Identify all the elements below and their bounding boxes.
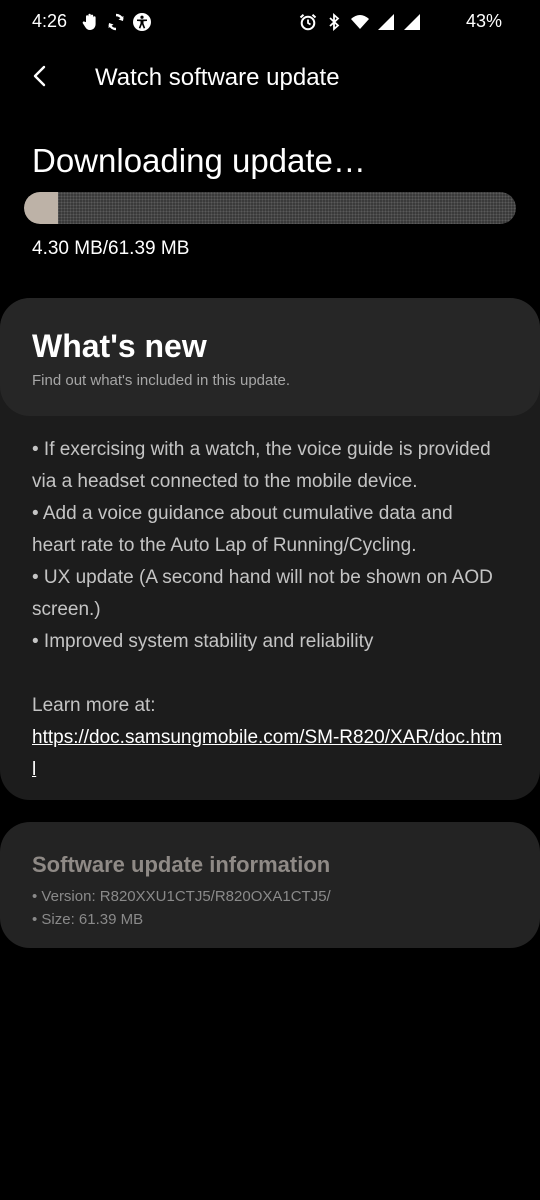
release-note-line: screen.) [32,599,101,620]
status-right-icons [298,12,422,32]
release-notes: • If exercising with a watch, the voice … [32,434,512,658]
learn-more-link[interactable]: https://doc.samsungmobile.com/SM-R820/XA… [32,722,502,786]
back-arrow-icon [28,64,52,93]
download-progress-fill [24,192,59,224]
app-header: Watch software update [0,50,540,106]
sync-icon [106,12,126,32]
whats-new-subtitle: Find out what's included in this update. [32,372,291,389]
whats-new-card: What's new Find out what's included in t… [0,298,540,800]
release-note-line: via a headset connected to the mobile de… [32,471,418,492]
download-status-title: Downloading update… [32,142,366,179]
signal-icon [402,12,422,32]
signal-icon [376,12,396,32]
status-time: 4:26 [32,11,68,31]
release-note-line: • UX update (A second hand will not be s… [32,567,493,588]
software-size: • Size: 61.39 MB [32,911,144,928]
status-left-icons [80,12,152,32]
software-version: • Version: R820XXU1CTJ5/R820OXA1CTJ5/ [32,888,331,905]
alarm-icon [298,12,318,32]
learn-more-label: Learn more at: [32,695,156,716]
accessibility-icon [132,12,152,32]
whats-new-header: What's new Find out what's included in t… [0,298,540,416]
battery-percentage: 43% [465,11,502,31]
software-update-info-card: Software update information • Version: R… [0,822,540,948]
whats-new-title: What's new [32,328,207,364]
bluetooth-icon [324,12,344,32]
download-progress-bar [24,192,516,224]
back-button[interactable] [22,60,58,96]
download-progress-text: 4.30 MB/61.39 MB [32,238,190,259]
release-note-line: • If exercising with a watch, the voice … [32,439,491,460]
page-title: Watch software update [95,64,340,91]
status-bar: 4:26 43% [0,0,540,44]
release-note-line: • Add a voice guidance about cumulative … [32,503,453,524]
wifi-icon [350,12,370,32]
release-note-line: heart rate to the Auto Lap of Running/Cy… [32,535,417,556]
release-note-line: • Improved system stability and reliabil… [32,631,374,652]
software-update-info-title: Software update information [32,852,331,877]
hand-icon [80,12,100,32]
